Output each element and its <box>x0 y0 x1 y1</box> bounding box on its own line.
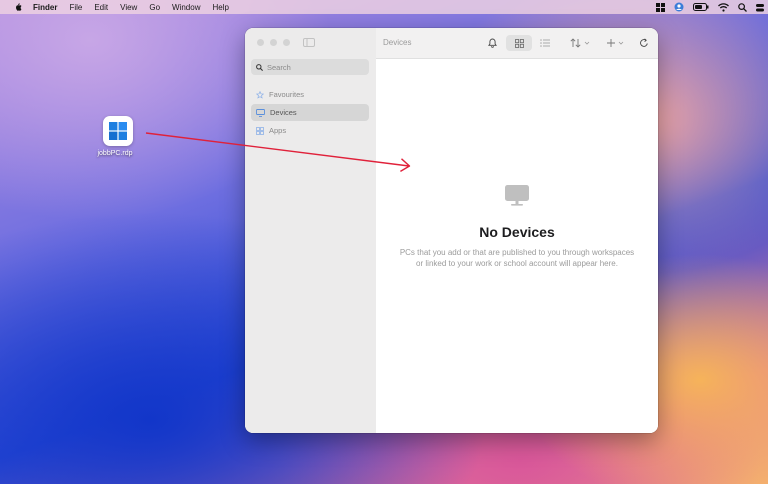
pc-monitor-icon <box>505 185 529 206</box>
monitor-icon <box>256 108 265 117</box>
menu-file[interactable]: File <box>69 3 82 12</box>
apps-grid-icon <box>256 126 264 135</box>
sidebar: Favourites Devices Apps <box>245 28 377 433</box>
grid-view-icon <box>514 38 524 48</box>
toolbar-title: Devices <box>383 38 412 47</box>
menu-window[interactable]: Window <box>172 3 200 12</box>
empty-state-title: No Devices <box>479 224 555 240</box>
sidebar-toggle-icon[interactable] <box>303 38 315 47</box>
sidebar-item-favourites[interactable]: Favourites <box>251 86 369 103</box>
rdp-file-icon <box>103 116 133 146</box>
sidebar-item-label: Apps <box>269 126 287 135</box>
wifi-icon[interactable] <box>718 2 729 12</box>
menu-help[interactable]: Help <box>212 3 228 12</box>
desktop-file-rdp[interactable]: jobbPC.rdp <box>97 116 138 157</box>
window-controls <box>257 39 290 46</box>
minimize-window-button[interactable] <box>270 39 277 46</box>
bell-icon <box>488 38 497 48</box>
menu-edit[interactable]: Edit <box>94 3 108 12</box>
refresh-button[interactable] <box>639 35 649 51</box>
devices-window: Favourites Devices Apps Devices <box>245 28 658 433</box>
list-view-button[interactable] <box>540 35 550 51</box>
user-status-icon[interactable] <box>674 2 684 12</box>
battery-icon[interactable] <box>693 3 709 11</box>
desktop-file-name: jobbPC.rdp <box>97 150 133 157</box>
toolbar: Devices <box>376 28 658 59</box>
search-input[interactable] <box>267 62 357 72</box>
menu-view[interactable]: View <box>120 3 137 12</box>
apple-menu-icon[interactable] <box>13 2 23 12</box>
sidebar-item-devices[interactable]: Devices <box>251 104 369 121</box>
sidebar-nav: Favourites Devices Apps <box>251 86 369 140</box>
empty-state-description: PCs that you add or that are published t… <box>399 248 635 268</box>
refresh-icon <box>640 38 648 47</box>
plus-icon <box>607 39 624 47</box>
sort-button[interactable] <box>570 35 592 51</box>
zoom-window-button[interactable] <box>283 39 290 46</box>
control-center-icon[interactable] <box>756 3 764 12</box>
menu-bar: Finder File Edit View Go Window Help <box>0 0 768 14</box>
sidebar-item-label: Devices <box>270 108 297 117</box>
windows-app-menu-icon[interactable] <box>656 2 665 12</box>
star-icon <box>256 90 264 99</box>
menu-app-name[interactable]: Finder <box>33 3 57 12</box>
sidebar-item-apps[interactable]: Apps <box>251 122 369 139</box>
search-icon <box>256 63 263 71</box>
sort-icon <box>570 38 590 48</box>
spotlight-search-icon[interactable] <box>738 2 747 12</box>
menu-go[interactable]: Go <box>149 3 160 12</box>
sidebar-item-label: Favourites <box>269 90 305 99</box>
list-view-icon <box>540 39 550 47</box>
search-field[interactable] <box>251 59 369 75</box>
grid-view-button[interactable] <box>506 35 532 51</box>
add-button[interactable] <box>606 35 626 51</box>
close-window-button[interactable] <box>257 39 264 46</box>
notifications-button[interactable] <box>488 35 497 51</box>
devices-content: No Devices PCs that you add or that are … <box>376 59 658 433</box>
